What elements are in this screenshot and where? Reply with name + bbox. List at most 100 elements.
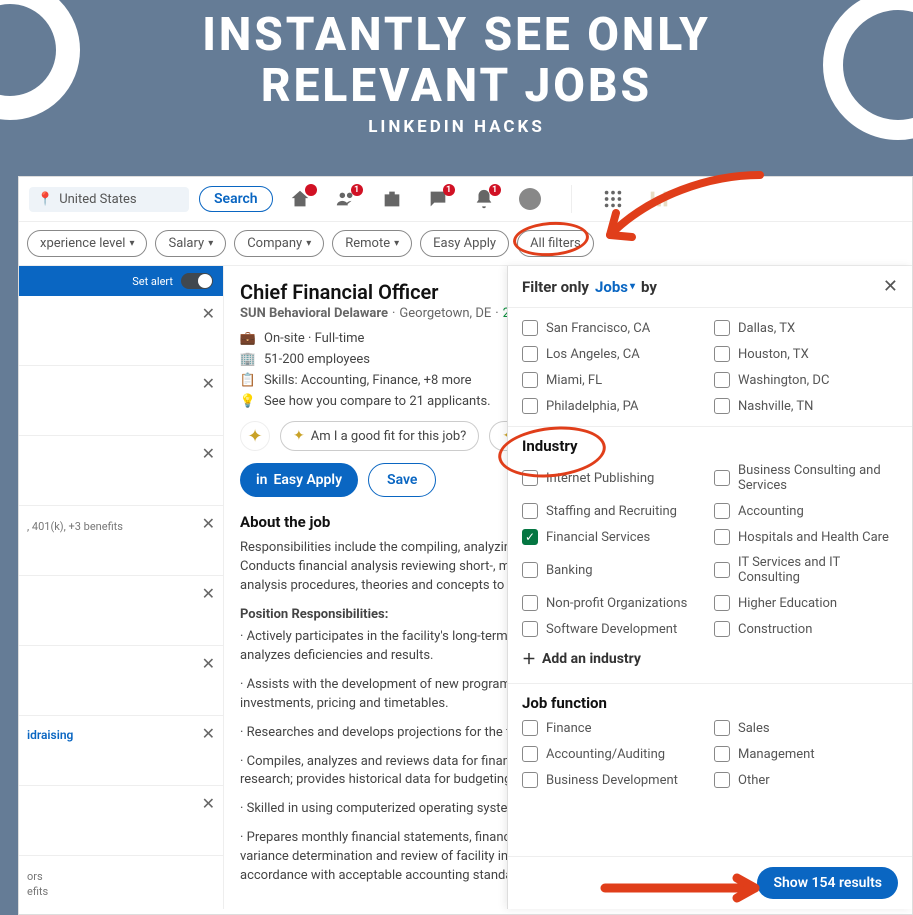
industry-checkbox[interactable]: Staffing and Recruiting [522,503,706,519]
industry-checkbox[interactable]: Accounting [714,503,898,519]
list-item[interactable]: ✕ [19,646,223,716]
search-button[interactable]: Search [199,186,273,212]
alert-toggle[interactable] [181,273,213,289]
plus-icon: ＋ [522,649,536,669]
jobfunc-checkbox[interactable]: Sales [714,720,898,736]
jobs-dropdown[interactable]: Jobs▾ [595,278,635,296]
messaging-icon[interactable]: 1 [427,188,449,210]
location-value: United States [59,192,136,207]
avatar[interactable] [519,188,541,210]
main-area: Set alert ✕ ✕ ✕ ✕, 401(k), +3 benefits ✕… [19,266,912,909]
linkedin-app: 📍 United States Search 1 1 1 [18,176,913,915]
city-checkbox[interactable]: Houston, TX [714,346,898,362]
divider [571,185,572,213]
filter-pills-row: xperience level▾ Salary▾ Company▾ Remote… [19,222,912,266]
close-icon[interactable]: ✕ [202,794,215,813]
jobfunc-checkbox[interactable]: Management [714,746,898,762]
industry-checkbox[interactable]: Internet Publishing [522,463,706,493]
city-checkbox[interactable]: Philadelphia, PA [522,398,706,414]
industry-checkbox[interactable]: Construction [714,621,898,637]
jobs-icon[interactable] [381,188,403,210]
ai-suggestion-fit[interactable]: ✦Am I a good fit for this job? [280,421,479,451]
hero-title-1: INSTANTLY SEE ONLY [202,8,711,62]
spark-icon: ✦ [240,421,270,451]
city-grid: San Francisco, CA Dallas, TX Los Angeles… [522,320,898,414]
list-item[interactable]: ✕ [19,576,223,646]
list-item[interactable]: ✕ [19,786,223,856]
save-button[interactable]: Save [368,463,436,497]
messaging-badge: 1 [443,184,455,196]
panel-body[interactable]: San Francisco, CA Dallas, TX Los Angeles… [508,308,912,856]
set-alert-bar: Set alert [19,266,223,296]
list-item[interactable]: ✕ [19,366,223,436]
industry-checkbox[interactable]: Business Consulting and Services [714,463,898,493]
pill-company[interactable]: Company▾ [234,230,324,257]
jobfunc-checkbox[interactable]: Finance [522,720,706,736]
industry-checkbox[interactable]: Banking [522,555,706,585]
hero-subtitle: LINKEDIN HACKS [0,117,913,137]
jobfunc-checkbox[interactable]: Business Development [522,772,706,788]
panel-header: Filter only Jobs▾ by ✕ [508,266,912,308]
pill-remote[interactable]: Remote▾ [332,230,412,257]
jobfunc-grid: Finance Sales Accounting/Auditing Manage… [522,720,898,788]
industry-checkbox[interactable]: Higher Education [714,595,898,611]
pill-salary[interactable]: Salary▾ [155,230,226,257]
show-results-button[interactable]: Show 154 results [757,867,898,899]
home-badge [305,184,317,196]
network-badge: 1 [351,184,363,196]
city-checkbox[interactable]: Nashville, TN [714,398,898,414]
industry-checkbox[interactable]: Financial Services [522,529,706,545]
industry-checkbox[interactable]: Hospitals and Health Care [714,529,898,545]
set-alert-label: Set alert [132,275,173,288]
nav-icons: 1 1 1 [289,185,670,213]
hero-banner: INSTANTLY SEE ONLYRELEVANT JOBS LINKEDIN… [0,0,913,145]
list-item[interactable]: orsefits [19,856,223,909]
work-grid-icon[interactable] [602,188,624,210]
job-list: Set alert ✕ ✕ ✕ ✕, 401(k), +3 benefits ✕… [19,266,224,909]
industry-checkbox[interactable]: Non-profit Organizations [522,595,706,611]
easy-apply-button[interactable]: inEasy Apply [240,463,358,497]
network-icon[interactable]: 1 [335,188,357,210]
notifications-icon[interactable]: 1 [473,188,495,210]
all-filters-panel: Filter only Jobs▾ by ✕ San Francisco, CA… [507,266,912,909]
add-industry[interactable]: ＋Add an industry [522,649,898,669]
hero-title-2: RELEVANT JOBS [261,59,652,113]
pill-all-filters[interactable]: All filters [517,230,594,257]
close-icon[interactable]: ✕ [202,724,215,743]
jobfunc-checkbox[interactable]: Other [714,772,898,788]
lightbulb-icon: 💡 [240,394,256,409]
home-icon[interactable] [289,188,311,210]
close-icon[interactable]: ✕ [202,374,215,393]
list-icon: 📋 [240,373,256,388]
pill-experience[interactable]: xperience level▾ [27,230,147,257]
pill-easy-apply[interactable]: Easy Apply [420,230,509,257]
city-checkbox[interactable]: Washington, DC [714,372,898,388]
spark-icon: ✦ [293,428,305,444]
city-checkbox[interactable]: Miami, FL [522,372,706,388]
industry-grid: Internet Publishing Business Consulting … [522,463,898,637]
list-item[interactable]: ✕idraising [19,716,223,786]
jobfunc-checkbox[interactable]: Accounting/Auditing [522,746,706,762]
close-icon[interactable]: ✕ [202,444,215,463]
close-icon[interactable]: ✕ [202,514,215,533]
city-checkbox[interactable]: Dallas, TX [714,320,898,336]
list-item[interactable]: ✕, 401(k), +3 benefits [19,506,223,576]
close-icon[interactable]: ✕ [202,654,215,673]
industry-checkbox[interactable]: IT Services and IT Consulting [714,555,898,585]
jobfunc-heading: Job function [522,694,898,712]
top-bar: 📍 United States Search 1 1 1 [19,177,912,222]
close-icon[interactable]: ✕ [202,304,215,323]
city-checkbox[interactable]: Los Angeles, CA [522,346,706,362]
premium-icon[interactable] [648,188,670,210]
notif-badge: 1 [489,184,501,196]
list-item[interactable]: ✕ [19,296,223,366]
industry-checkbox[interactable]: Software Development [522,621,706,637]
city-checkbox[interactable]: San Francisco, CA [522,320,706,336]
briefcase-icon: 💼 [240,331,256,346]
close-icon[interactable]: ✕ [202,584,215,603]
list-item[interactable]: ✕ [19,436,223,506]
panel-footer: Show 154 results [508,856,912,909]
location-input[interactable]: 📍 United States [29,187,189,212]
close-panel-icon[interactable]: ✕ [883,276,898,297]
industry-heading: Industry [522,437,898,455]
